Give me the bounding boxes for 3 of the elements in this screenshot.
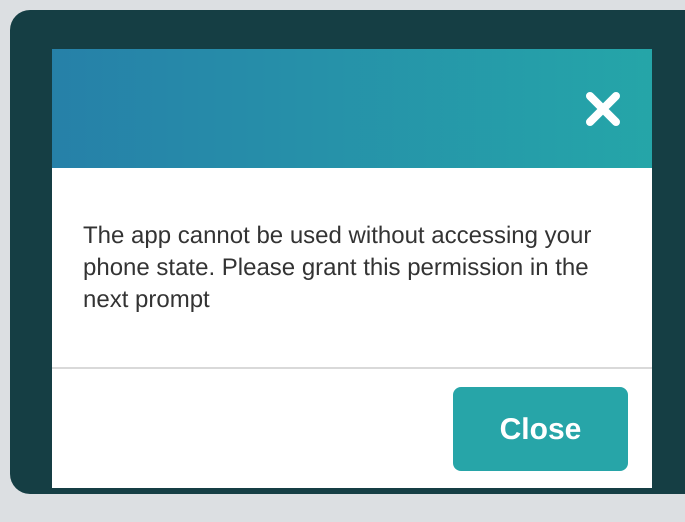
close-icon[interactable] bbox=[584, 90, 622, 128]
close-button[interactable]: Close bbox=[453, 387, 628, 471]
dialog-message: The app cannot be used without accessing your phone state. Please grant this permission in the next prompt bbox=[83, 220, 592, 314]
